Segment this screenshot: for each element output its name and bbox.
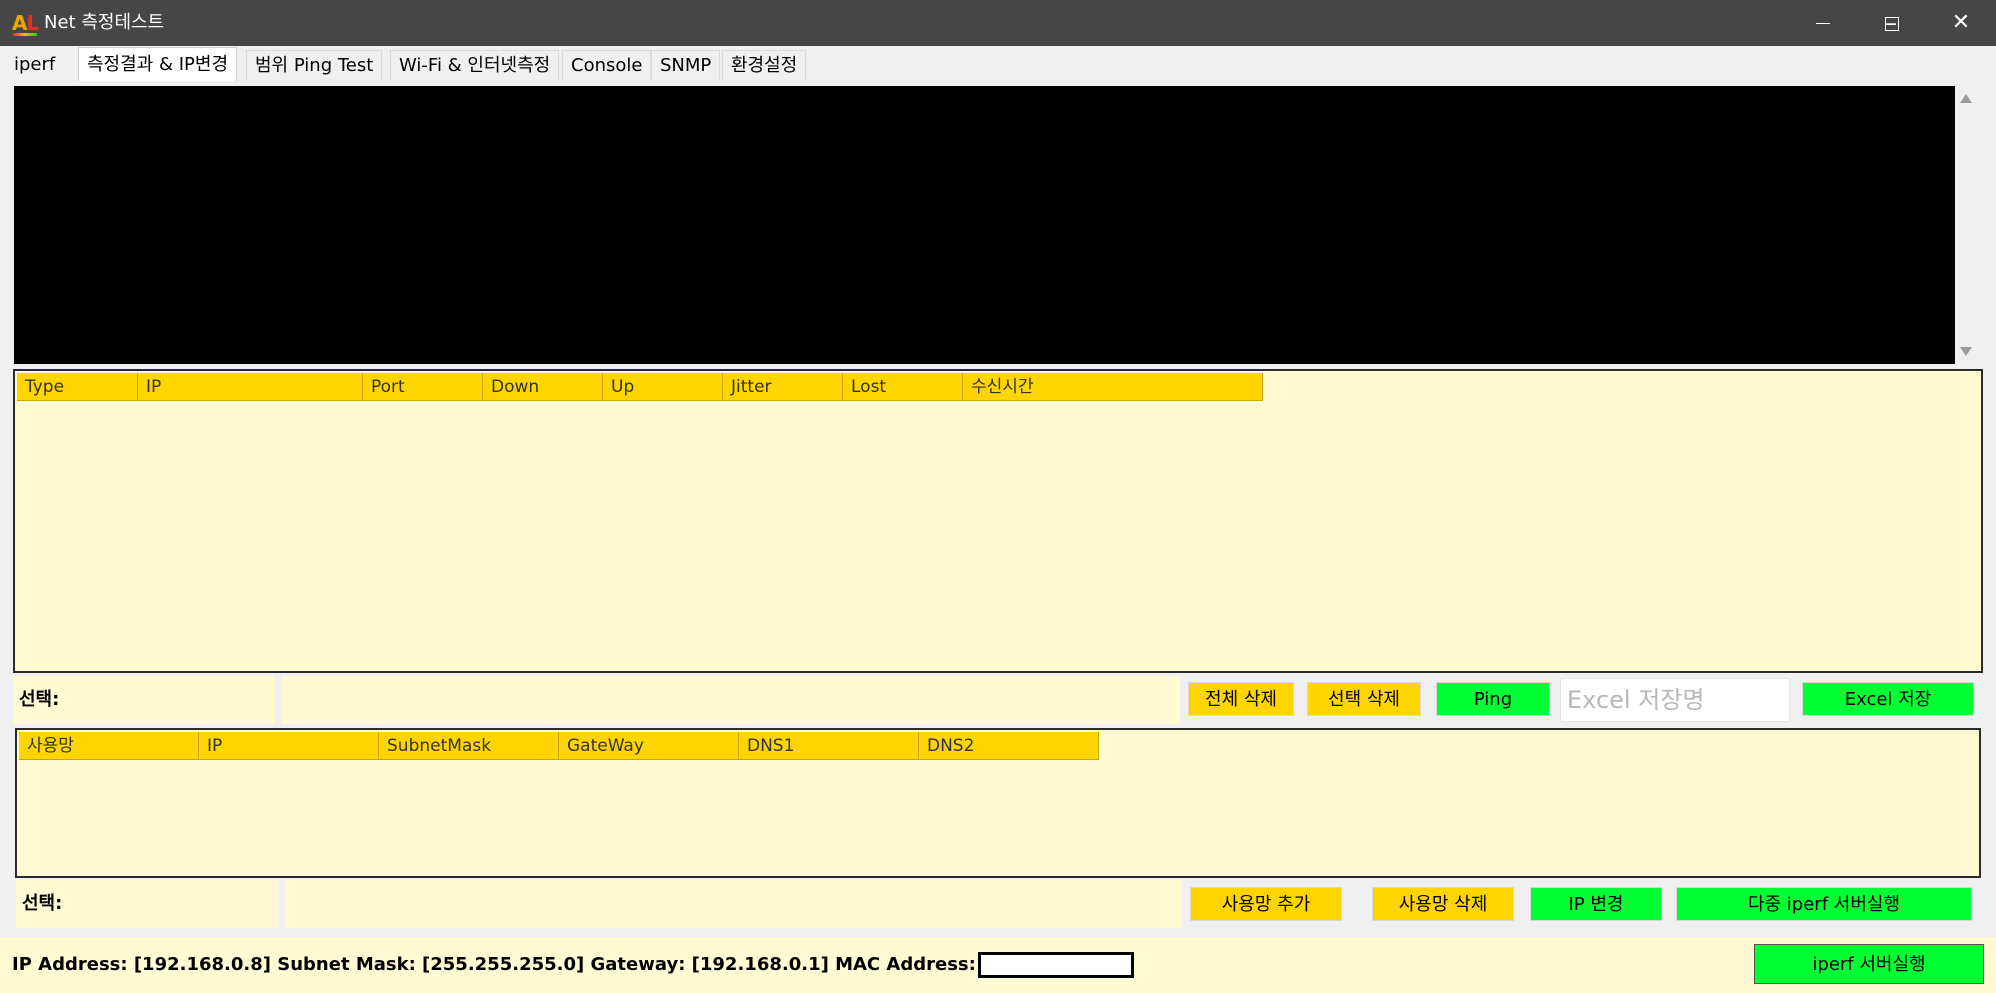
console-scrollbar[interactable] <box>1955 86 1977 364</box>
column-header[interactable]: Lost <box>843 373 963 401</box>
column-header[interactable]: IP <box>199 732 379 760</box>
tab-bar: iperf 측정결과 & IP변경 범위 Ping Test Wi-Fi & 인… <box>0 46 1996 82</box>
add-profile-button[interactable]: 사용망 추가 <box>1190 887 1342 921</box>
console-output[interactable] <box>14 86 1955 364</box>
profiles-table-header: 사용망 IP SubnetMask GateWay DNS1 DNS2 <box>19 732 1099 760</box>
maximize-button[interactable] <box>1856 0 1926 46</box>
tab-snmp[interactable]: SNMP <box>651 50 721 80</box>
column-header[interactable]: DNS2 <box>919 732 1099 760</box>
delete-all-button[interactable]: 전체 삭제 <box>1188 682 1294 716</box>
column-header[interactable]: Up <box>603 373 723 401</box>
change-ip-button[interactable]: IP 변경 <box>1530 887 1662 921</box>
tab-results-ip-change[interactable]: 측정결과 & IP변경 <box>78 47 238 81</box>
column-header[interactable]: Down <box>483 373 603 401</box>
maximize-icon <box>1885 17 1899 31</box>
iperf-server-button[interactable]: iperf 서버실행 <box>1754 944 1984 984</box>
results-table-header: Type IP Port Down Up Jitter Lost 수신시간 <box>17 373 1263 401</box>
network-profiles-table[interactable]: 사용망 IP SubnetMask GateWay DNS1 DNS2 <box>15 728 1981 878</box>
title-bar: AL Net 측정테스트 – <box>0 0 1996 46</box>
status-bar: IP Address: [192.168.0.8] Subnet Mask: [… <box>0 937 1996 993</box>
network-status: IP Address: [192.168.0.8] Subnet Mask: [… <box>12 937 1134 993</box>
app-logo-icon: AL <box>12 11 39 36</box>
tab-wifi-internet[interactable]: Wi-Fi & 인터넷측정 <box>390 50 560 80</box>
tab-iperf[interactable]: iperf <box>6 50 64 80</box>
window-title: Net 측정테스트 <box>44 12 165 33</box>
scroll-down-icon[interactable] <box>1960 347 1972 356</box>
results-selection-value <box>282 676 1180 724</box>
column-header[interactable]: Port <box>363 373 483 401</box>
close-button[interactable]: ✕ <box>1926 0 1996 46</box>
mac-address-field <box>977 952 1134 978</box>
profiles-selection-label: 선택: <box>16 880 278 928</box>
ping-button[interactable]: Ping <box>1436 682 1550 716</box>
column-header[interactable]: GateWay <box>559 732 739 760</box>
column-header[interactable]: 사용망 <box>19 732 199 760</box>
network-status-text: IP Address: [192.168.0.8] Subnet Mask: [… <box>12 954 976 975</box>
results-selection-label: 선택: <box>13 676 275 724</box>
profiles-selection-value <box>285 880 1182 928</box>
tab-range-ping-test[interactable]: 범위 Ping Test <box>246 50 383 80</box>
minimize-button[interactable] <box>1788 0 1858 46</box>
minimize-icon <box>1816 23 1830 24</box>
tab-console[interactable]: Console <box>562 50 652 80</box>
column-header[interactable]: SubnetMask <box>379 732 559 760</box>
delete-selected-button[interactable]: 선택 삭제 <box>1307 682 1421 716</box>
column-header[interactable]: Type <box>17 373 138 401</box>
column-header[interactable]: 수신시간 <box>963 373 1263 401</box>
multi-iperf-server-button[interactable]: 다중 iperf 서버실행 <box>1676 887 1972 921</box>
excel-filename-input[interactable]: Excel 저장명 <box>1560 678 1790 722</box>
delete-profile-button[interactable]: 사용망 삭제 <box>1372 887 1514 921</box>
results-table[interactable]: Type IP Port Down Up Jitter Lost 수신시간 <box>13 369 1983 673</box>
tab-settings[interactable]: 환경설정 <box>722 50 807 80</box>
excel-save-button[interactable]: Excel 저장 <box>1802 682 1974 716</box>
column-header[interactable]: Jitter <box>723 373 843 401</box>
column-header[interactable]: IP <box>138 373 363 401</box>
scroll-up-icon[interactable] <box>1960 94 1972 103</box>
column-header[interactable]: DNS1 <box>739 732 919 760</box>
